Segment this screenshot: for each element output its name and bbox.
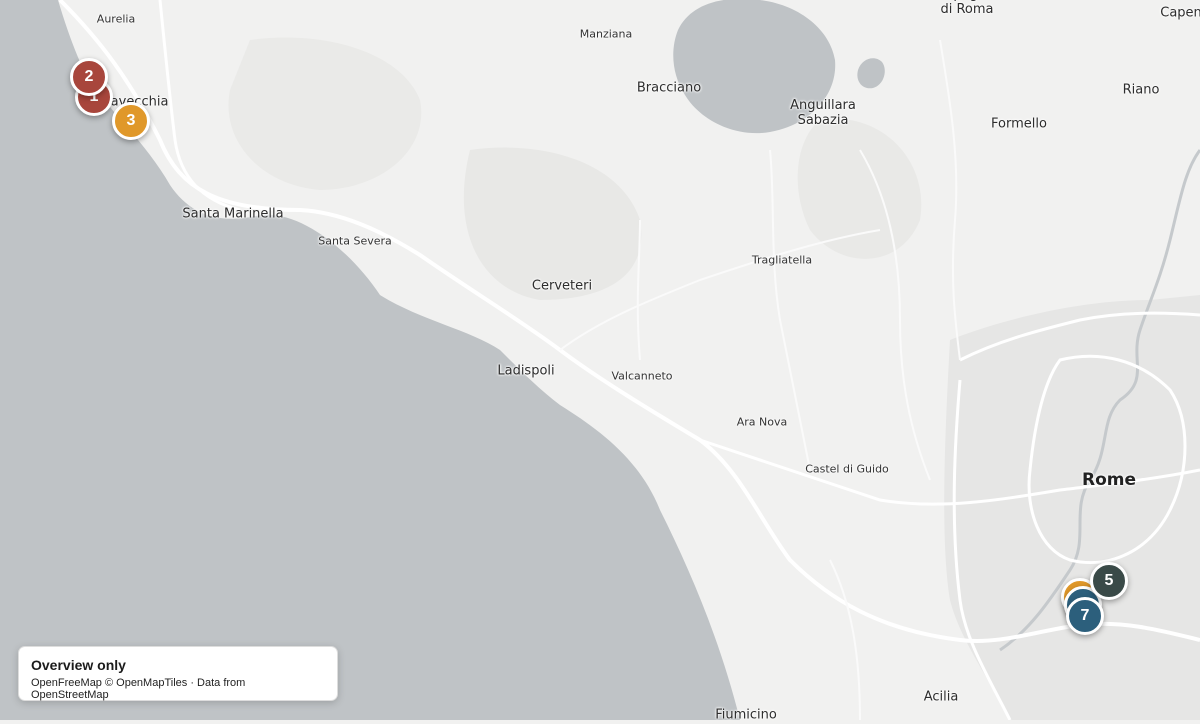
map-marker[interactable]: 2: [70, 58, 108, 96]
place-label: Bracciano: [636, 80, 702, 96]
place-label-city: Rome: [1081, 470, 1137, 491]
attribution-panel: Overview only OpenFreeMap © OpenMapTiles…: [18, 646, 338, 701]
map-background[interactable]: [0, 0, 1200, 721]
place-label: Manziana: [579, 27, 633, 41]
place-label: Capena: [1160, 5, 1200, 21]
place-label: Santa Severa: [318, 234, 392, 248]
map-marker[interactable]: 3: [112, 102, 150, 140]
attribution-title: Overview only: [31, 657, 126, 673]
place-label: Campagnano di Roma: [924, 0, 1011, 17]
attribution-text[interactable]: OpenFreeMap © OpenMapTiles · Data from O…: [31, 677, 325, 701]
place-label: Anguillara Sabazia: [790, 98, 856, 128]
place-label: Valcanneto: [611, 369, 673, 383]
place-label: Fiumicino: [715, 707, 777, 723]
place-label: Riano: [1122, 82, 1160, 98]
place-label: Ladispoli: [497, 363, 555, 379]
place-label: Santa Marinella: [182, 206, 284, 222]
place-label: Ara Nova: [736, 415, 788, 429]
place-label: Formello: [991, 116, 1047, 132]
map-marker[interactable]: 5: [1090, 562, 1128, 600]
map-canvas[interactable]: Aurelia Manziana Campagnano di Roma Cape…: [0, 0, 1200, 722]
place-label: Castel di Guido: [805, 462, 889, 476]
map-marker[interactable]: 7: [1066, 597, 1104, 635]
place-label: Tragliatella: [751, 253, 813, 267]
place-label: Aurelia: [96, 12, 136, 26]
place-label: Cerveteri: [531, 278, 593, 294]
place-label: Acilia: [923, 689, 959, 705]
